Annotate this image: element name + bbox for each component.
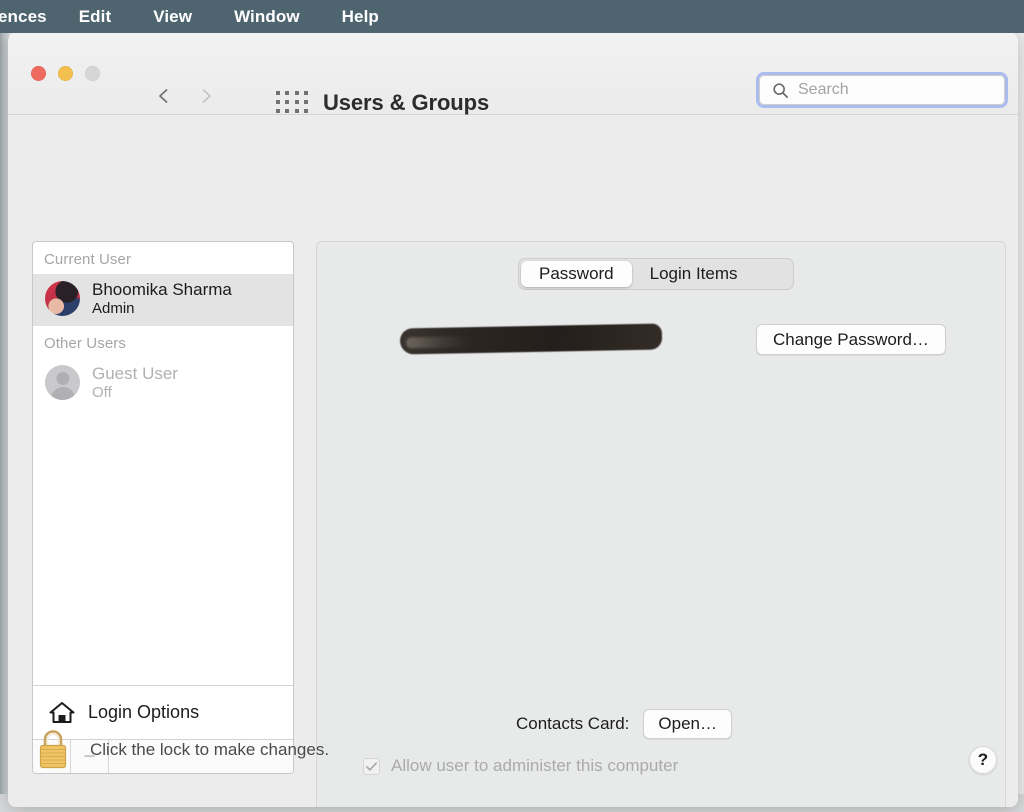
zoom-button <box>85 66 100 81</box>
menu-item-help[interactable]: Help <box>342 7 379 27</box>
tab-bar: Password Login Items <box>518 258 794 290</box>
administer-computer-checkbox <box>363 758 380 775</box>
window-body: Current User Bhoomika Sharma Admin Other… <box>8 115 1018 807</box>
traffic-light-group <box>31 66 100 81</box>
user-list: Current User Bhoomika Sharma Admin Other… <box>33 242 293 685</box>
show-all-grid-icon[interactable] <box>276 91 310 115</box>
help-button[interactable]: ? <box>969 746 997 774</box>
menu-bar: ences Edit View Window Help <box>0 0 1024 33</box>
avatar-body-shape <box>51 387 75 400</box>
user-text-block: Guest User Off <box>92 364 178 402</box>
tab-password[interactable]: Password <box>521 261 632 287</box>
search-input[interactable] <box>798 81 968 99</box>
close-button[interactable] <box>31 66 46 81</box>
padlock-closed-icon <box>34 727 72 773</box>
login-options-label: Login Options <box>88 702 199 723</box>
user-role: Admin <box>92 300 232 318</box>
sidebar-item-bhoomika-sharma[interactable]: Bhoomika Sharma Admin <box>33 274 293 326</box>
sidebar-group-header-current-user: Current User <box>33 242 293 274</box>
contacts-card-row: Contacts Card: Open… <box>516 709 732 739</box>
avatar-head-shape <box>56 372 69 385</box>
navigation-arrows <box>156 88 214 104</box>
menu-item-window[interactable]: Window <box>234 7 300 27</box>
contacts-card-label: Contacts Card: <box>516 714 629 734</box>
users-sidebar: Current User Bhoomika Sharma Admin Other… <box>32 241 294 774</box>
administer-computer-label: Allow user to administer this computer <box>391 756 678 776</box>
forward-button <box>198 88 214 104</box>
minimize-button[interactable] <box>58 66 73 81</box>
menu-item-system-preferences[interactable]: ences <box>0 7 47 27</box>
chevron-left-icon <box>156 88 172 104</box>
home-house-icon <box>47 700 77 726</box>
menu-item-view[interactable]: View <box>153 7 192 27</box>
search-container[interactable] <box>756 72 1008 108</box>
user-role: Off <box>92 384 178 402</box>
guest-silhouette-avatar <box>45 365 80 400</box>
user-photo-avatar <box>45 281 80 316</box>
user-name: Guest User <box>92 364 178 384</box>
back-button[interactable] <box>156 88 172 104</box>
change-password-button[interactable]: Change Password… <box>756 324 946 355</box>
user-text-block: Bhoomika Sharma Admin <box>92 280 232 318</box>
search-field[interactable] <box>759 75 1005 105</box>
administer-computer-row: Allow user to administer this computer <box>363 756 678 776</box>
chevron-right-icon <box>198 88 214 104</box>
search-icon <box>772 82 789 99</box>
window-titlebar: Users & Groups <box>8 31 1018 115</box>
system-preferences-window: Users & Groups Current User <box>8 31 1018 807</box>
redacted-account-name <box>400 323 662 354</box>
checkmark-icon <box>365 760 378 773</box>
lock-row[interactable]: Click the lock to make changes. <box>34 727 329 773</box>
sidebar-group-header-other-users: Other Users <box>33 326 293 358</box>
user-name: Bhoomika Sharma <box>92 280 232 300</box>
sidebar-item-guest-user[interactable]: Guest User Off <box>33 358 293 410</box>
open-contacts-card-button[interactable]: Open… <box>643 709 732 739</box>
menu-item-edit[interactable]: Edit <box>79 7 112 27</box>
tab-login-items[interactable]: Login Items <box>632 261 756 287</box>
lock-instruction-text: Click the lock to make changes. <box>90 740 329 760</box>
page-title: Users & Groups <box>323 90 489 116</box>
screen-root: 1. Open and activate one of the correspo… <box>0 0 1024 812</box>
